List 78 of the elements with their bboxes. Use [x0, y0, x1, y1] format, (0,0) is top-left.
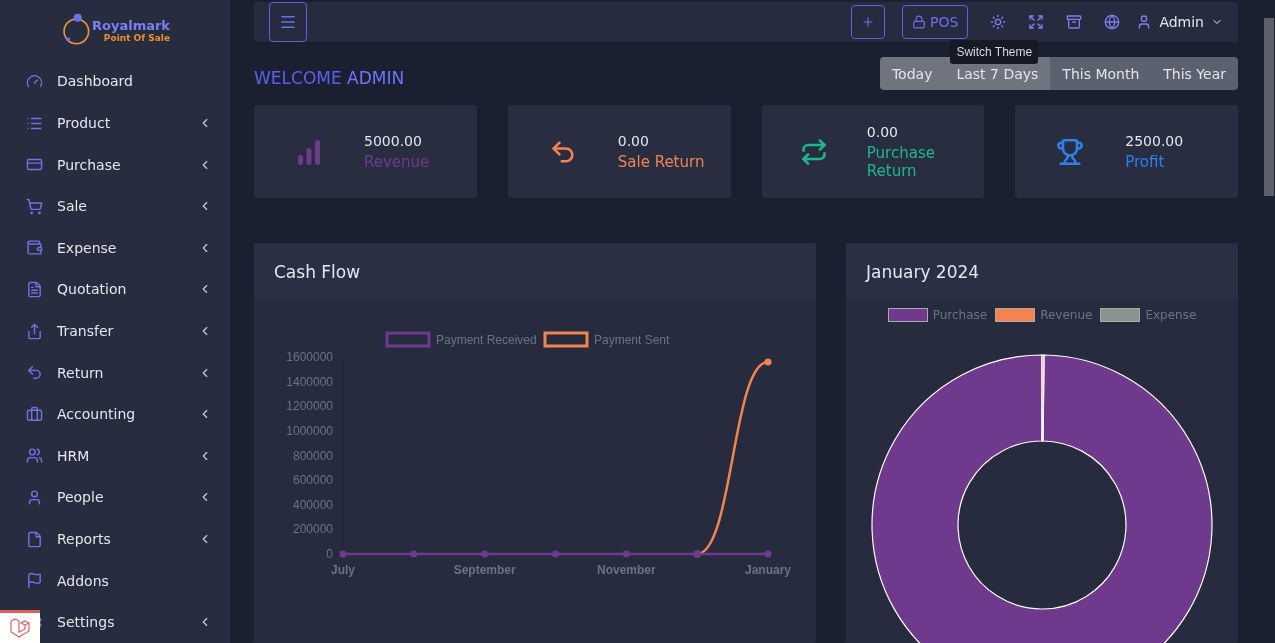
x-tick-label: September: [453, 563, 516, 577]
document-icon: [26, 280, 43, 298]
date-filter-button[interactable]: Today: [879, 57, 945, 90]
stat-value: 0.00: [617, 132, 650, 149]
y-tick-label: 1000000: [286, 423, 333, 438]
y-tick-label: 600000: [292, 473, 333, 488]
card-title: January 2024: [866, 261, 980, 282]
y-tick-label: 800000: [292, 448, 333, 463]
archive-button[interactable]: [1066, 14, 1083, 30]
cart-icon: [26, 197, 43, 215]
brand-tagline: Point Of Sale: [103, 32, 170, 43]
file-icon: [26, 530, 43, 548]
tooltip: Switch Theme: [950, 40, 1039, 64]
sidebar-item[interactable]: Expense: [0, 227, 230, 269]
menu-button[interactable]: [269, 2, 307, 42]
legend-swatch[interactable]: [995, 308, 1036, 322]
date-filter-button[interactable]: This Year: [1151, 57, 1238, 90]
stat-label: Purchase Return: [866, 143, 936, 180]
cubes-icon: [9, 618, 31, 638]
sidebar-item[interactable]: Return: [0, 351, 230, 394]
stat-label: Profit: [1125, 152, 1166, 171]
menu-icon: [279, 13, 297, 31]
trophy-icon: [1056, 137, 1085, 166]
briefcase-icon: [26, 405, 43, 423]
y-tick-label: 200000: [292, 522, 333, 537]
stat-value: 2500.00: [1125, 132, 1184, 149]
brand-name: Royalmark: [92, 17, 170, 33]
people-icon: [26, 447, 43, 465]
add-button[interactable]: [851, 5, 885, 39]
stat-label: Sale Return: [617, 152, 705, 171]
expand-icon: [1028, 14, 1045, 30]
stat-label: Revenue: [364, 152, 430, 171]
sidebar-item[interactable]: Accounting: [0, 393, 230, 436]
stat-value: 5000.00: [364, 132, 423, 149]
y-tick-label: 400000: [292, 497, 333, 512]
sidebar-item[interactable]: Sale: [0, 185, 230, 228]
sidebar-item[interactable]: People: [0, 476, 230, 519]
person-icon: [26, 488, 43, 506]
flag-icon: [26, 572, 43, 590]
y-tick-label: 0: [326, 547, 333, 561]
card-title: Cash Flow: [274, 261, 361, 282]
sidebar-item[interactable]: Product: [0, 102, 230, 144]
return-icon: [26, 364, 43, 382]
language-button[interactable]: [1104, 14, 1121, 30]
repeat-arrow-icon: [800, 137, 829, 166]
sidebar-item[interactable]: Transfer: [0, 310, 230, 352]
legend-swatch[interactable]: [543, 331, 589, 348]
scrollbar-thumb[interactable]: [1263, 18, 1274, 196]
globe-icon: [1104, 14, 1121, 30]
legend-swatch[interactable]: [887, 308, 928, 322]
x-tick-label: July: [331, 563, 355, 577]
sun-icon: [990, 14, 1007, 30]
y-tick-label: 1400000: [286, 374, 333, 389]
gauge-icon: [26, 73, 43, 90]
lock-icon: [912, 15, 926, 29]
y-tick-label: 1200000: [286, 399, 333, 414]
sidebar-item[interactable]: Addons: [0, 559, 230, 602]
sidebar-item[interactable]: Quotation: [0, 268, 230, 311]
x-tick-label: January: [745, 563, 791, 577]
archive-icon: [1066, 14, 1083, 30]
sidebar-item[interactable]: Reports: [0, 518, 230, 560]
bar-chart-icon: [296, 138, 322, 165]
stat-value: 0.00: [866, 123, 899, 140]
welcome-heading: WELCOME ADMIN: [254, 67, 405, 88]
sidebar-item[interactable]: HRM: [0, 435, 230, 477]
y-tick-label: 1600000: [286, 350, 333, 364]
sidebar-item[interactable]: Dashboard: [0, 60, 230, 103]
share-icon: [26, 322, 43, 340]
fullscreen-button[interactable]: [1028, 14, 1045, 30]
legend-swatch[interactable]: [385, 331, 431, 348]
user-menu[interactable]: Admin: [1136, 14, 1223, 30]
sidebar-item[interactable]: Purchase: [0, 143, 230, 186]
wallet-icon: [26, 239, 43, 257]
date-filter-button[interactable]: This Month: [1050, 57, 1152, 90]
x-tick-label: November: [597, 563, 656, 577]
debug-toolbar-toast[interactable]: [0, 610, 40, 643]
legend-swatch[interactable]: [1100, 308, 1141, 322]
plus-icon: [861, 15, 875, 29]
